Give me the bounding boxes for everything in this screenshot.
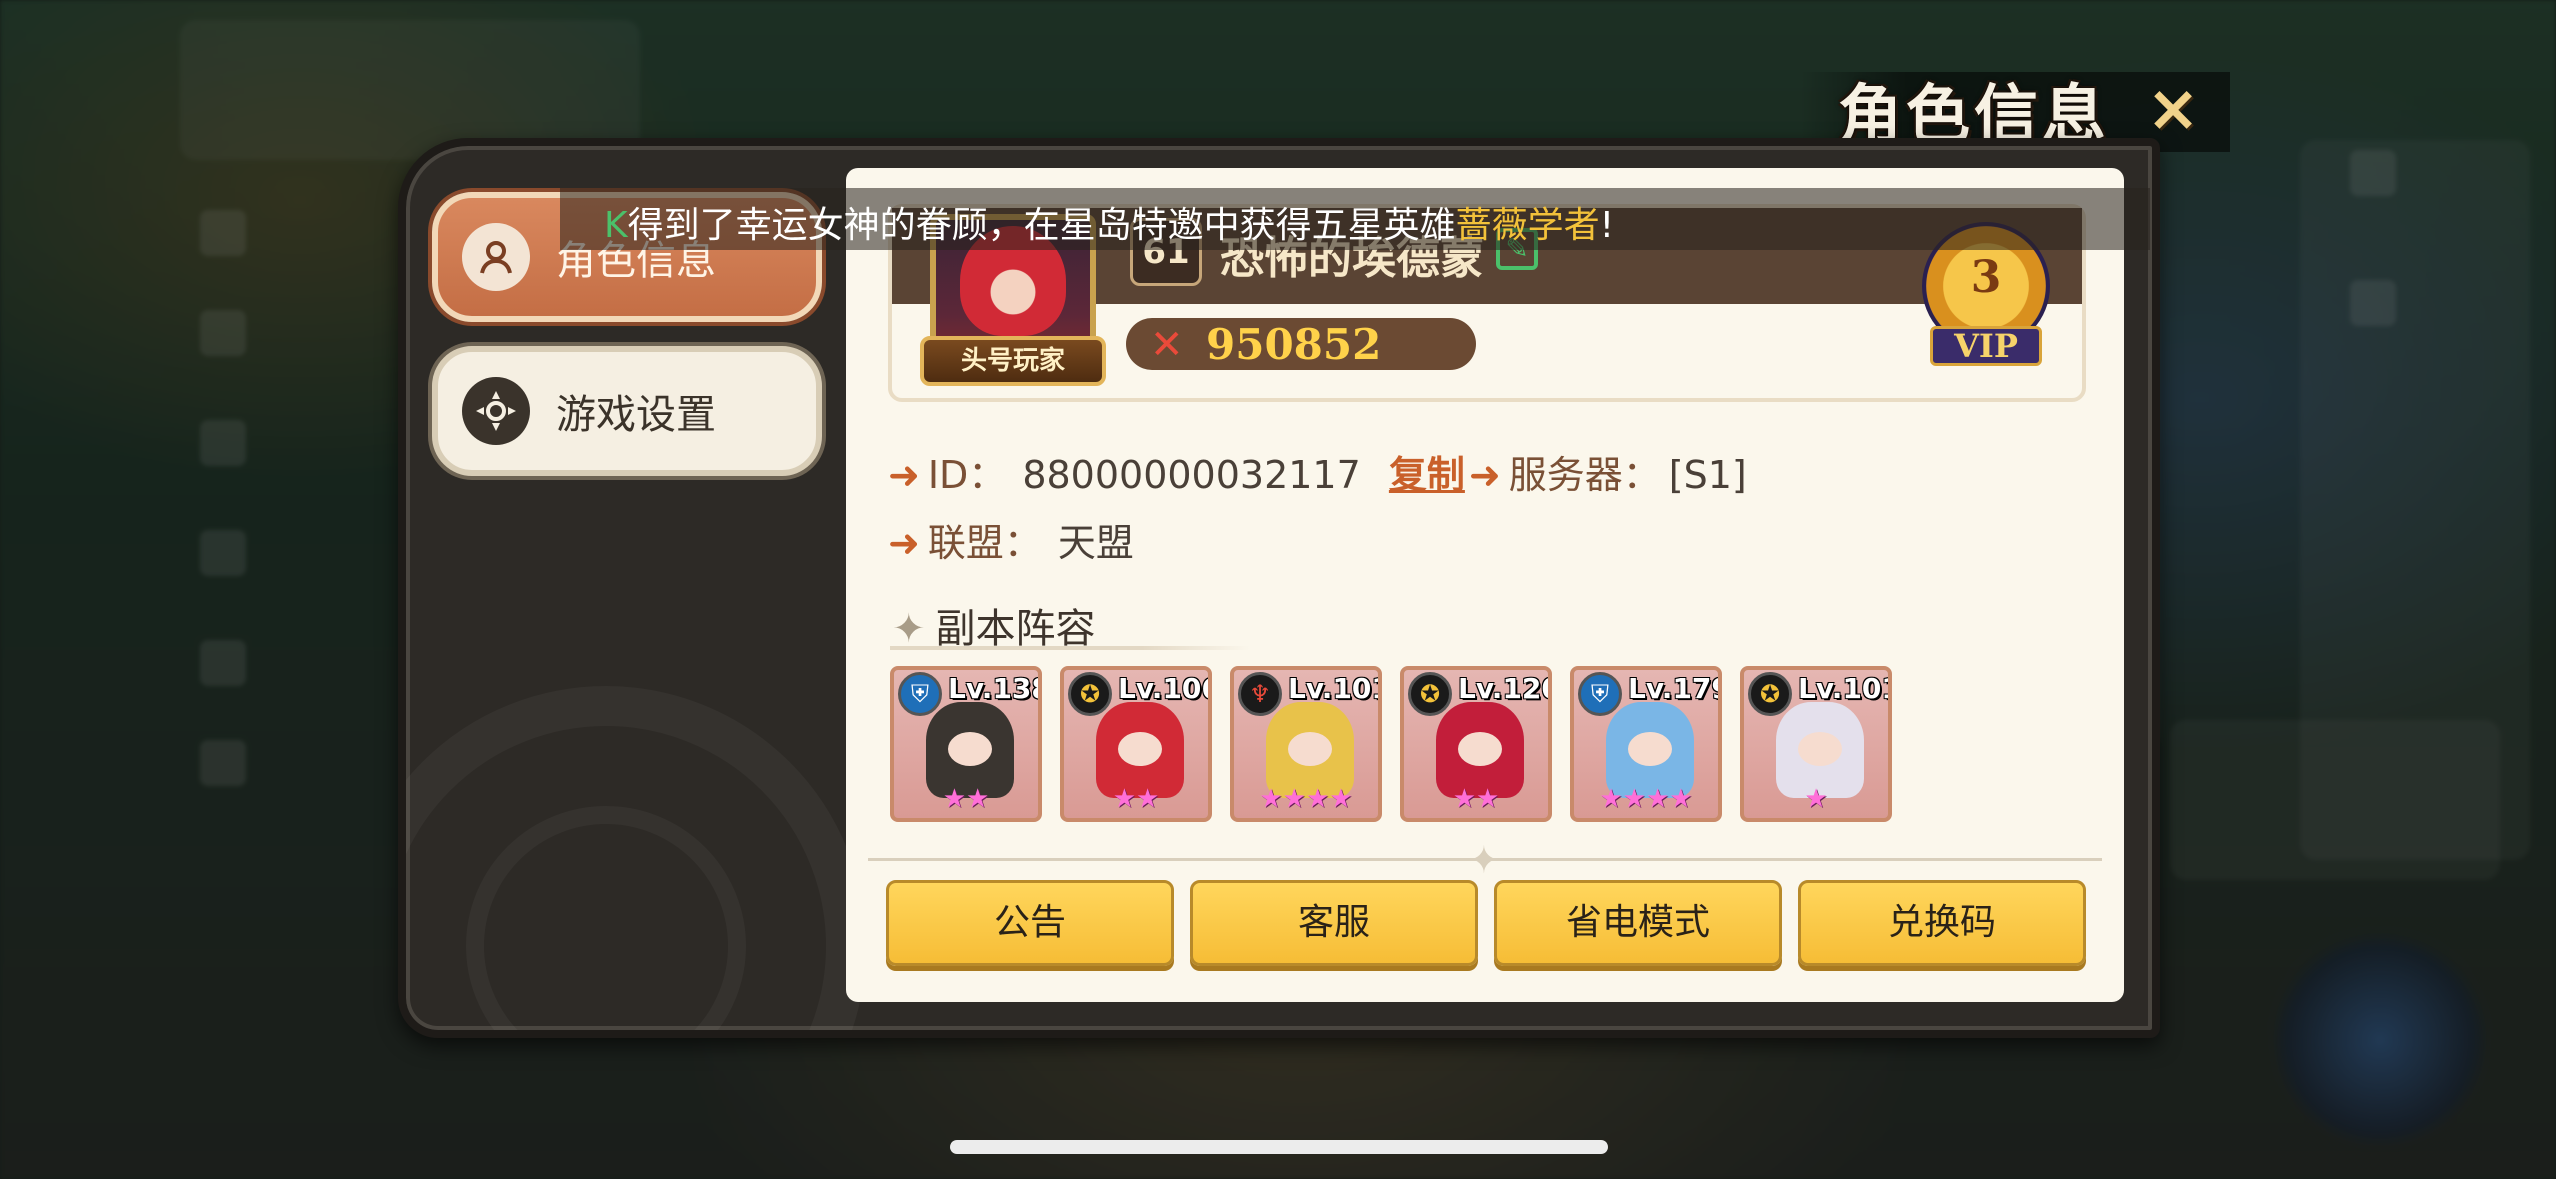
- hero-level: Lv.101: [1798, 672, 1892, 705]
- beast-faction-icon: ✪: [1408, 672, 1452, 716]
- hero-face: [1288, 732, 1332, 766]
- arrow-icon: ➜: [888, 453, 920, 497]
- hero-level: Lv.106: [1118, 672, 1212, 705]
- hero-stars: ★★★★: [1259, 784, 1353, 814]
- combat-power: 950852: [1206, 320, 1382, 369]
- gear-icon: [462, 377, 530, 445]
- hero-card[interactable]: ⛨ Lv.179 ★★★★: [1570, 666, 1722, 822]
- section-underline: [890, 646, 1250, 650]
- broadcast-player: K: [604, 205, 628, 246]
- demon-faction-icon: ♆: [1238, 672, 1282, 716]
- home-indicator[interactable]: [950, 1140, 1608, 1154]
- hero-stars: ★: [1804, 784, 1828, 814]
- hero-face: [1628, 732, 1672, 766]
- hero-face: [1798, 732, 1842, 766]
- alliance-value: 天盟: [1057, 521, 1134, 565]
- server-label: 服务器：: [1508, 453, 1661, 497]
- divider-sparkle-icon: ✦: [1468, 838, 1500, 882]
- id-value: 88000000032117: [1022, 453, 1361, 497]
- beast-faction-icon: ✪: [1748, 672, 1792, 716]
- arrow-icon: ➜: [888, 521, 920, 565]
- hero-card[interactable]: ♆ Lv.101 ★★★★: [1230, 666, 1382, 822]
- broadcast-message: K得到了幸运女神的眷顾，在星岛特邀中获得五星英雄蔷薇学者!: [604, 196, 1614, 248]
- arrow-icon: ➜: [1468, 453, 1501, 497]
- hero-stars: ★★★★: [1599, 784, 1693, 814]
- avatar-title-plate: 头号玩家: [920, 336, 1106, 386]
- broadcast-suffix: !: [1599, 205, 1615, 246]
- vip-level: 3: [1970, 252, 2002, 303]
- hero-card[interactable]: ✪ Lv.101 ★: [1740, 666, 1892, 822]
- hero-card[interactable]: ✪ Lv.106 ★★: [1060, 666, 1212, 822]
- hero-stars: ★★: [1112, 784, 1160, 814]
- tab-label: 游戏设置: [556, 392, 716, 438]
- support-button[interactable]: 客服: [1190, 880, 1478, 966]
- power-save-button[interactable]: 省电模式: [1494, 880, 1782, 966]
- hero-card[interactable]: ⛨ Lv.138 ★★: [890, 666, 1042, 822]
- id-label: ID：: [927, 453, 1007, 497]
- hero-stars: ★★: [942, 784, 990, 814]
- alliance-row: ➜ 联盟： 天盟: [888, 512, 1134, 567]
- server-value: [S1]: [1668, 453, 1747, 497]
- hero-level: Lv.179: [1628, 672, 1722, 705]
- hero-face: [1118, 732, 1162, 766]
- beast-faction-icon: ✪: [1068, 672, 1112, 716]
- vip-label: VIP: [1930, 326, 2042, 366]
- close-icon: ×: [2146, 72, 2200, 146]
- hero-face: [1458, 732, 1502, 766]
- copy-id-button[interactable]: 复制: [1389, 453, 1465, 497]
- alliance-label: 联盟：: [927, 521, 1042, 565]
- shield-faction-icon: ⛨: [1578, 672, 1622, 716]
- hero-level: Lv.120: [1458, 672, 1552, 705]
- tab-game-settings[interactable]: 游戏设置: [432, 346, 822, 476]
- close-button[interactable]: ×: [2142, 77, 2204, 141]
- shield-faction-icon: ⛨: [898, 672, 942, 716]
- user-icon: [462, 223, 530, 291]
- hero-level: Lv.101: [1288, 672, 1382, 705]
- hero-stars: ★★: [1452, 784, 1500, 814]
- broadcast-hero-name: 蔷薇学者: [1455, 205, 1600, 246]
- broadcast-text: 得到了幸运女神的眷顾，在星岛特邀中获得五星英雄: [627, 205, 1456, 246]
- hero-face: [948, 732, 992, 766]
- swords-icon: ✕: [1150, 322, 1184, 368]
- hero-level: Lv.138: [948, 672, 1042, 705]
- redeem-code-button[interactable]: 兑换码: [1798, 880, 2086, 966]
- id-row: ➜ ID： 88000000032117 复制 ➜ 服务器： [S1]: [888, 444, 1747, 499]
- notice-button[interactable]: 公告: [886, 880, 1174, 966]
- hero-card[interactable]: ✪ Lv.120 ★★: [1400, 666, 1552, 822]
